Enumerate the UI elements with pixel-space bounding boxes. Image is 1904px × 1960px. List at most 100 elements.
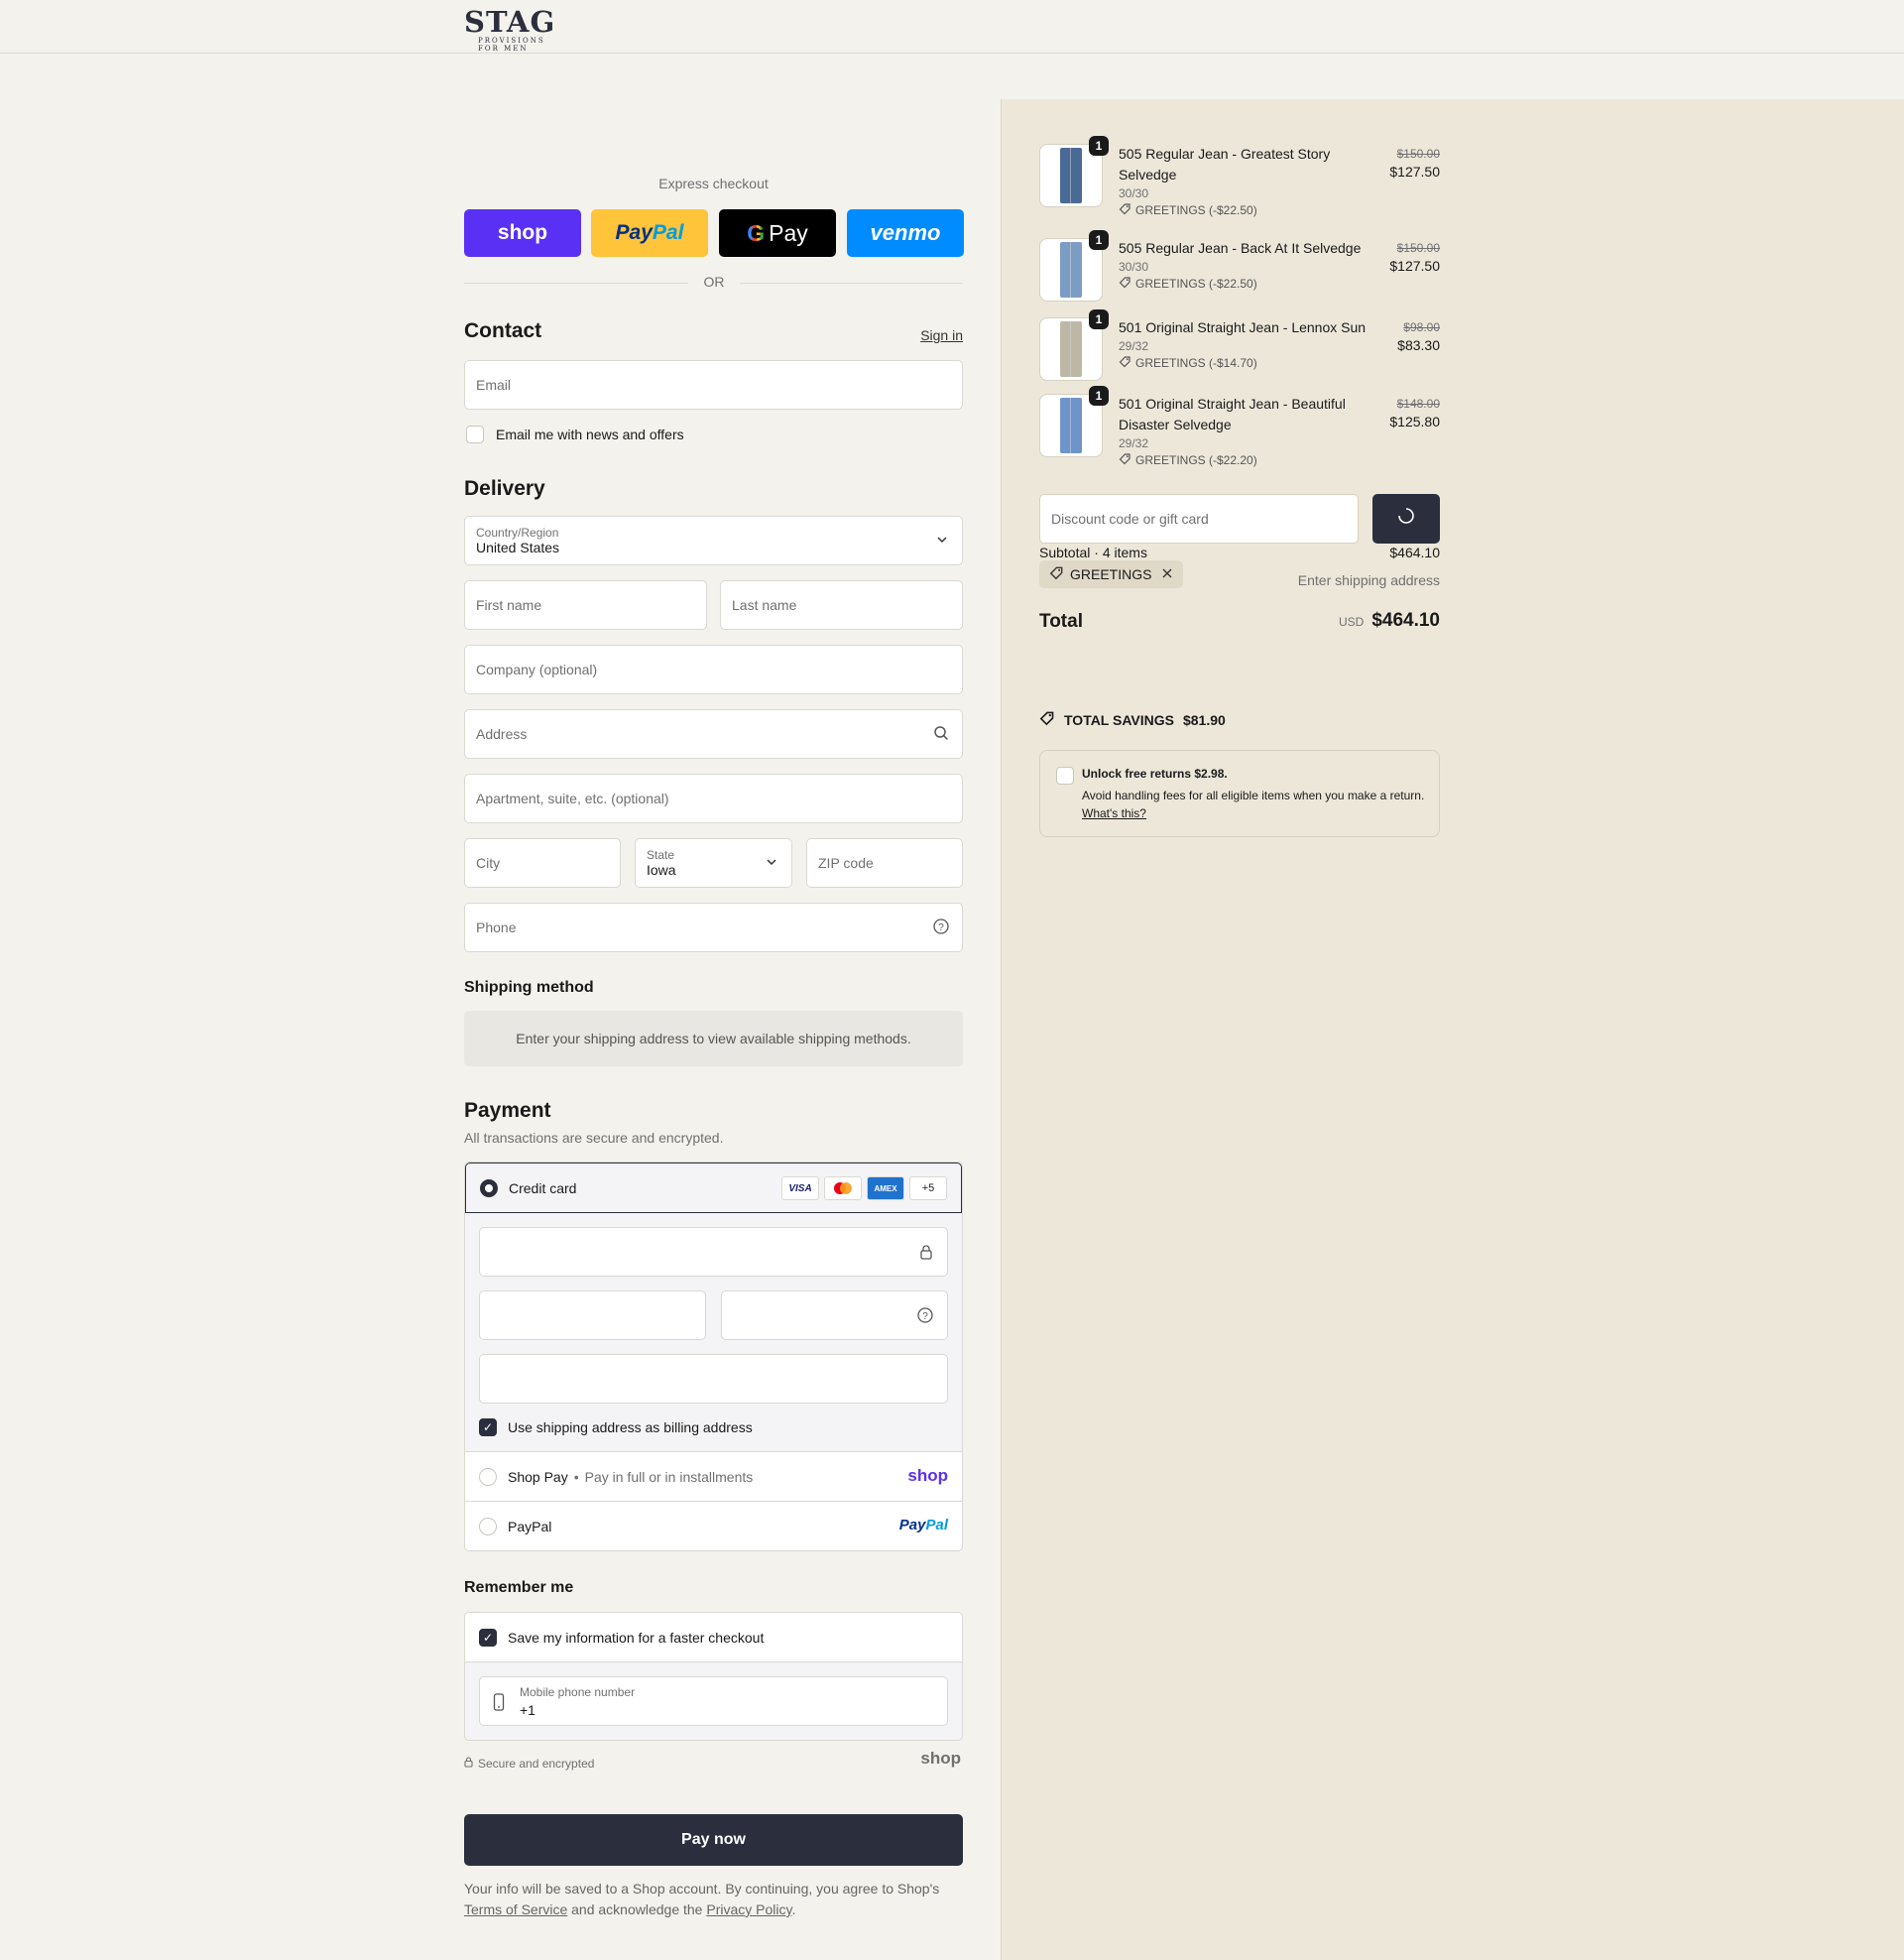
email-field[interactable]: Email xyxy=(464,360,963,410)
legal-text-3: . xyxy=(791,1901,796,1917)
last-name-field[interactable]: Last name xyxy=(720,580,963,630)
payment-heading: Payment xyxy=(464,1099,551,1122)
apply-discount-button[interactable] xyxy=(1372,494,1440,544)
product-image xyxy=(1060,148,1082,203)
venmo-logo-text: venmo xyxy=(870,220,941,245)
state-select[interactable]: State Iowa xyxy=(635,838,792,888)
country-select[interactable]: Country/Region United States xyxy=(464,516,963,565)
billing-checkbox[interactable]: ✓ xyxy=(479,1418,497,1436)
discounted-price: $127.50 xyxy=(1389,164,1440,180)
shop-pay-option[interactable]: Shop Pay • Pay in full or in installment… xyxy=(465,1451,962,1501)
discount-code-placeholder: Discount code or gift card xyxy=(1051,511,1209,527)
tag-icon xyxy=(1119,452,1131,468)
original-price: $148.00 xyxy=(1396,397,1440,411)
paypal-logo-part1: Pay xyxy=(615,221,653,244)
mobile-phone-icon xyxy=(493,1693,505,1715)
address-field[interactable]: Address xyxy=(464,709,963,759)
last-name-placeholder: Last name xyxy=(732,597,797,613)
zip-field[interactable]: ZIP code xyxy=(806,838,963,888)
save-info-checkbox[interactable]: ✓ xyxy=(479,1628,497,1647)
pay-now-button[interactable]: Pay now xyxy=(464,1814,963,1866)
paypal-radio[interactable] xyxy=(479,1517,497,1535)
remove-discount-icon[interactable] xyxy=(1161,566,1173,582)
subtotal-label: Subtotal · 4 items xyxy=(1039,545,1147,560)
terms-of-service-link[interactable]: Terms of Service xyxy=(464,1901,567,1917)
product-variant: 30/30 xyxy=(1119,260,1149,274)
card-number-field[interactable] xyxy=(479,1227,948,1277)
state-value: Iowa xyxy=(647,861,676,878)
contact-heading: Contact xyxy=(464,319,542,342)
sign-in-link[interactable]: Sign in xyxy=(920,327,963,343)
lock-icon xyxy=(919,1244,933,1264)
shop-pay-express-button[interactable]: shop xyxy=(464,209,581,257)
visa-icon: VISA xyxy=(781,1176,819,1200)
svg-text:?: ? xyxy=(938,922,944,933)
whats-this-link[interactable]: What's this? xyxy=(1082,806,1146,820)
mobile-phone-field[interactable]: Mobile phone number +1 xyxy=(479,1676,948,1726)
paypal-option[interactable]: PayPal PayPal xyxy=(465,1501,962,1550)
venmo-express-button[interactable]: venmo xyxy=(847,209,964,257)
shop-logo-text: shop xyxy=(497,221,548,244)
shipping-method-heading: Shipping method xyxy=(464,979,594,996)
payment-subtitle: All transactions are secure and encrypte… xyxy=(464,1130,724,1146)
billing-checkbox-row[interactable]: ✓ Use shipping address as billing addres… xyxy=(479,1418,753,1436)
quantity-badge: 1 xyxy=(1089,309,1109,329)
lock-icon xyxy=(464,1757,473,1771)
product-discount: GREETINGS (-$22.50) xyxy=(1119,202,1257,218)
phone-field[interactable]: Phone ? xyxy=(464,903,963,952)
news-checkbox-row[interactable]: Email me with news and offers xyxy=(466,426,684,443)
billing-checkbox-label: Use shipping address as billing address xyxy=(508,1419,753,1435)
product-image xyxy=(1060,398,1082,453)
privacy-policy-link[interactable]: Privacy Policy xyxy=(706,1901,791,1917)
discounted-price: $127.50 xyxy=(1389,258,1440,274)
help-icon[interactable]: ? xyxy=(932,918,950,938)
secure-note-text: Secure and encrypted xyxy=(478,1757,595,1771)
city-field[interactable]: City xyxy=(464,838,621,888)
pay-now-label: Pay now xyxy=(681,1831,746,1848)
google-pay-express-button[interactable]: G Pay xyxy=(719,209,836,257)
save-info-row[interactable]: ✓ Save my information for a faster check… xyxy=(465,1613,962,1662)
expiration-field[interactable] xyxy=(479,1290,706,1340)
shipping-note: Enter shipping address xyxy=(1297,572,1440,588)
security-code-field[interactable]: ? xyxy=(721,1290,948,1340)
secure-note: Secure and encrypted xyxy=(464,1757,594,1771)
help-icon[interactable]: ? xyxy=(916,1306,934,1328)
company-field[interactable]: Company (optional) xyxy=(464,645,963,694)
discount-text: GREETINGS (-$22.20) xyxy=(1135,453,1257,467)
discount-code-field[interactable]: Discount code or gift card xyxy=(1039,494,1359,544)
apartment-field[interactable]: Apartment, suite, etc. (optional) xyxy=(464,774,963,823)
save-info-label: Save my information for a faster checkou… xyxy=(508,1629,765,1646)
total-value: $464.10 xyxy=(1371,610,1440,631)
mobile-phone-label: Mobile phone number xyxy=(520,1685,636,1699)
loading-spinner-icon xyxy=(1396,506,1416,532)
shop-pay-radio[interactable] xyxy=(479,1467,497,1486)
amex-icon: AMEX xyxy=(867,1176,904,1200)
more-cards-badge: +5 xyxy=(909,1176,947,1200)
credit-card-option[interactable]: Credit card VISA AMEX +5 xyxy=(465,1163,962,1213)
subtotal-value: $464.10 xyxy=(1389,545,1440,560)
country-value: United States xyxy=(476,539,560,555)
quantity-badge: 1 xyxy=(1089,386,1109,406)
paypal-express-button[interactable]: Pay Pal xyxy=(591,209,708,257)
applied-discount-chip: GREETINGS xyxy=(1039,560,1184,588)
email-placeholder: Email xyxy=(476,377,512,393)
shop-logo: shop xyxy=(920,1749,961,1768)
header: STAG PROVISIONS FOR MEN xyxy=(0,0,1904,54)
mastercard-icon xyxy=(824,1176,862,1200)
state-label: State xyxy=(647,847,675,862)
country-label: Country/Region xyxy=(476,525,559,540)
news-checkbox-label: Email me with news and offers xyxy=(496,427,684,442)
name-on-card-field[interactable] xyxy=(479,1354,948,1404)
free-returns-body: Avoid handling fees for all eligible ite… xyxy=(1082,789,1425,802)
free-returns-checkbox[interactable] xyxy=(1056,767,1074,785)
product-discount: GREETINGS (-$14.70) xyxy=(1119,355,1257,371)
remember-me-box: ✓ Save my information for a faster check… xyxy=(464,1612,963,1741)
product-name: 505 Regular Jean - Back At It Selvedge xyxy=(1119,240,1362,256)
discount-text: GREETINGS (-$22.50) xyxy=(1135,277,1257,291)
first-name-field[interactable]: First name xyxy=(464,580,707,630)
quantity-badge: 1 xyxy=(1089,136,1109,156)
free-returns-title: Unlock free returns $2.98. xyxy=(1082,767,1228,781)
credit-card-radio[interactable] xyxy=(480,1178,498,1197)
store-logo[interactable]: STAG PROVISIONS FOR MEN xyxy=(464,8,567,54)
news-checkbox[interactable] xyxy=(466,426,484,443)
